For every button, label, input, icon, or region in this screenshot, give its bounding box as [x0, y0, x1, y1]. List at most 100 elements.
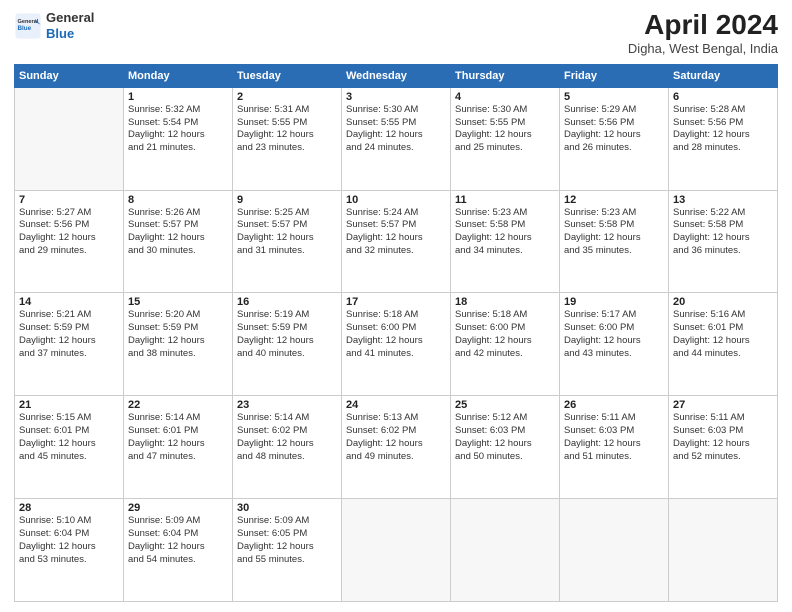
day-number: 3 — [346, 91, 446, 103]
day-info: Sunrise: 5:31 AMSunset: 5:55 PMDaylight:… — [237, 104, 337, 155]
day-number: 26 — [564, 399, 664, 411]
table-row: 1Sunrise: 5:32 AMSunset: 5:54 PMDaylight… — [124, 87, 233, 190]
day-number: 19 — [564, 296, 664, 308]
table-row: 10Sunrise: 5:24 AMSunset: 5:57 PMDayligh… — [342, 190, 451, 293]
day-number: 22 — [128, 399, 228, 411]
col-wednesday: Wednesday — [342, 64, 451, 87]
calendar-table: Sunday Monday Tuesday Wednesday Thursday… — [14, 64, 778, 602]
day-number: 13 — [673, 194, 773, 206]
table-row: 26Sunrise: 5:11 AMSunset: 6:03 PMDayligh… — [560, 396, 669, 499]
table-row: 23Sunrise: 5:14 AMSunset: 6:02 PMDayligh… — [233, 396, 342, 499]
logo: General Blue General Blue — [14, 10, 94, 41]
day-number: 23 — [237, 399, 337, 411]
table-row — [342, 499, 451, 602]
day-info: Sunrise: 5:19 AMSunset: 5:59 PMDaylight:… — [237, 309, 337, 360]
table-row: 3Sunrise: 5:30 AMSunset: 5:55 PMDaylight… — [342, 87, 451, 190]
col-saturday: Saturday — [669, 64, 778, 87]
day-number: 20 — [673, 296, 773, 308]
table-row: 17Sunrise: 5:18 AMSunset: 6:00 PMDayligh… — [342, 293, 451, 396]
day-number: 7 — [19, 194, 119, 206]
day-number: 2 — [237, 91, 337, 103]
day-number: 14 — [19, 296, 119, 308]
col-tuesday: Tuesday — [233, 64, 342, 87]
day-info: Sunrise: 5:12 AMSunset: 6:03 PMDaylight:… — [455, 412, 555, 463]
day-info: Sunrise: 5:11 AMSunset: 6:03 PMDaylight:… — [564, 412, 664, 463]
table-row: 21Sunrise: 5:15 AMSunset: 6:01 PMDayligh… — [15, 396, 124, 499]
table-row: 14Sunrise: 5:21 AMSunset: 5:59 PMDayligh… — [15, 293, 124, 396]
day-info: Sunrise: 5:25 AMSunset: 5:57 PMDaylight:… — [237, 207, 337, 258]
day-info: Sunrise: 5:11 AMSunset: 6:03 PMDaylight:… — [673, 412, 773, 463]
table-row — [451, 499, 560, 602]
table-row: 25Sunrise: 5:12 AMSunset: 6:03 PMDayligh… — [451, 396, 560, 499]
day-number: 18 — [455, 296, 555, 308]
table-row: 9Sunrise: 5:25 AMSunset: 5:57 PMDaylight… — [233, 190, 342, 293]
table-row — [669, 499, 778, 602]
day-number: 1 — [128, 91, 228, 103]
title-block: April 2024 Digha, West Bengal, India — [628, 10, 778, 56]
day-info: Sunrise: 5:26 AMSunset: 5:57 PMDaylight:… — [128, 207, 228, 258]
location: Digha, West Bengal, India — [628, 41, 778, 56]
table-row: 27Sunrise: 5:11 AMSunset: 6:03 PMDayligh… — [669, 396, 778, 499]
table-row: 19Sunrise: 5:17 AMSunset: 6:00 PMDayligh… — [560, 293, 669, 396]
table-row: 30Sunrise: 5:09 AMSunset: 6:05 PMDayligh… — [233, 499, 342, 602]
table-row: 22Sunrise: 5:14 AMSunset: 6:01 PMDayligh… — [124, 396, 233, 499]
logo-text: General Blue — [46, 10, 94, 41]
col-thursday: Thursday — [451, 64, 560, 87]
day-info: Sunrise: 5:18 AMSunset: 6:00 PMDaylight:… — [455, 309, 555, 360]
day-info: Sunrise: 5:09 AMSunset: 6:04 PMDaylight:… — [128, 515, 228, 566]
day-info: Sunrise: 5:21 AMSunset: 5:59 PMDaylight:… — [19, 309, 119, 360]
table-row: 11Sunrise: 5:23 AMSunset: 5:58 PMDayligh… — [451, 190, 560, 293]
day-number: 30 — [237, 502, 337, 514]
day-number: 9 — [237, 194, 337, 206]
day-info: Sunrise: 5:27 AMSunset: 5:56 PMDaylight:… — [19, 207, 119, 258]
table-row: 5Sunrise: 5:29 AMSunset: 5:56 PMDaylight… — [560, 87, 669, 190]
logo-icon: General Blue — [14, 12, 42, 40]
table-row: 2Sunrise: 5:31 AMSunset: 5:55 PMDaylight… — [233, 87, 342, 190]
table-row: 28Sunrise: 5:10 AMSunset: 6:04 PMDayligh… — [15, 499, 124, 602]
svg-text:Blue: Blue — [18, 25, 32, 32]
col-sunday: Sunday — [15, 64, 124, 87]
day-info: Sunrise: 5:18 AMSunset: 6:00 PMDaylight:… — [346, 309, 446, 360]
day-number: 11 — [455, 194, 555, 206]
day-number: 28 — [19, 502, 119, 514]
table-row: 8Sunrise: 5:26 AMSunset: 5:57 PMDaylight… — [124, 190, 233, 293]
table-row: 24Sunrise: 5:13 AMSunset: 6:02 PMDayligh… — [342, 396, 451, 499]
table-row: 29Sunrise: 5:09 AMSunset: 6:04 PMDayligh… — [124, 499, 233, 602]
day-info: Sunrise: 5:17 AMSunset: 6:00 PMDaylight:… — [564, 309, 664, 360]
day-number: 4 — [455, 91, 555, 103]
table-row: 15Sunrise: 5:20 AMSunset: 5:59 PMDayligh… — [124, 293, 233, 396]
day-info: Sunrise: 5:14 AMSunset: 6:01 PMDaylight:… — [128, 412, 228, 463]
table-row: 20Sunrise: 5:16 AMSunset: 6:01 PMDayligh… — [669, 293, 778, 396]
day-number: 12 — [564, 194, 664, 206]
table-row: 18Sunrise: 5:18 AMSunset: 6:00 PMDayligh… — [451, 293, 560, 396]
day-number: 10 — [346, 194, 446, 206]
table-row: 6Sunrise: 5:28 AMSunset: 5:56 PMDaylight… — [669, 87, 778, 190]
day-number: 6 — [673, 91, 773, 103]
day-info: Sunrise: 5:15 AMSunset: 6:01 PMDaylight:… — [19, 412, 119, 463]
table-row — [15, 87, 124, 190]
month-title: April 2024 — [628, 10, 778, 41]
day-info: Sunrise: 5:32 AMSunset: 5:54 PMDaylight:… — [128, 104, 228, 155]
page-header: General Blue General Blue April 2024 Dig… — [14, 10, 778, 56]
day-info: Sunrise: 5:29 AMSunset: 5:56 PMDaylight:… — [564, 104, 664, 155]
day-info: Sunrise: 5:20 AMSunset: 5:59 PMDaylight:… — [128, 309, 228, 360]
col-monday: Monday — [124, 64, 233, 87]
day-info: Sunrise: 5:30 AMSunset: 5:55 PMDaylight:… — [346, 104, 446, 155]
day-number: 27 — [673, 399, 773, 411]
day-info: Sunrise: 5:23 AMSunset: 5:58 PMDaylight:… — [564, 207, 664, 258]
day-number: 8 — [128, 194, 228, 206]
day-info: Sunrise: 5:22 AMSunset: 5:58 PMDaylight:… — [673, 207, 773, 258]
table-row: 16Sunrise: 5:19 AMSunset: 5:59 PMDayligh… — [233, 293, 342, 396]
calendar-header-row: Sunday Monday Tuesday Wednesday Thursday… — [15, 64, 778, 87]
table-row: 4Sunrise: 5:30 AMSunset: 5:55 PMDaylight… — [451, 87, 560, 190]
table-row: 7Sunrise: 5:27 AMSunset: 5:56 PMDaylight… — [15, 190, 124, 293]
day-number: 29 — [128, 502, 228, 514]
table-row: 12Sunrise: 5:23 AMSunset: 5:58 PMDayligh… — [560, 190, 669, 293]
day-info: Sunrise: 5:13 AMSunset: 6:02 PMDaylight:… — [346, 412, 446, 463]
day-info: Sunrise: 5:14 AMSunset: 6:02 PMDaylight:… — [237, 412, 337, 463]
table-row — [560, 499, 669, 602]
day-number: 17 — [346, 296, 446, 308]
day-number: 24 — [346, 399, 446, 411]
day-number: 16 — [237, 296, 337, 308]
day-info: Sunrise: 5:09 AMSunset: 6:05 PMDaylight:… — [237, 515, 337, 566]
